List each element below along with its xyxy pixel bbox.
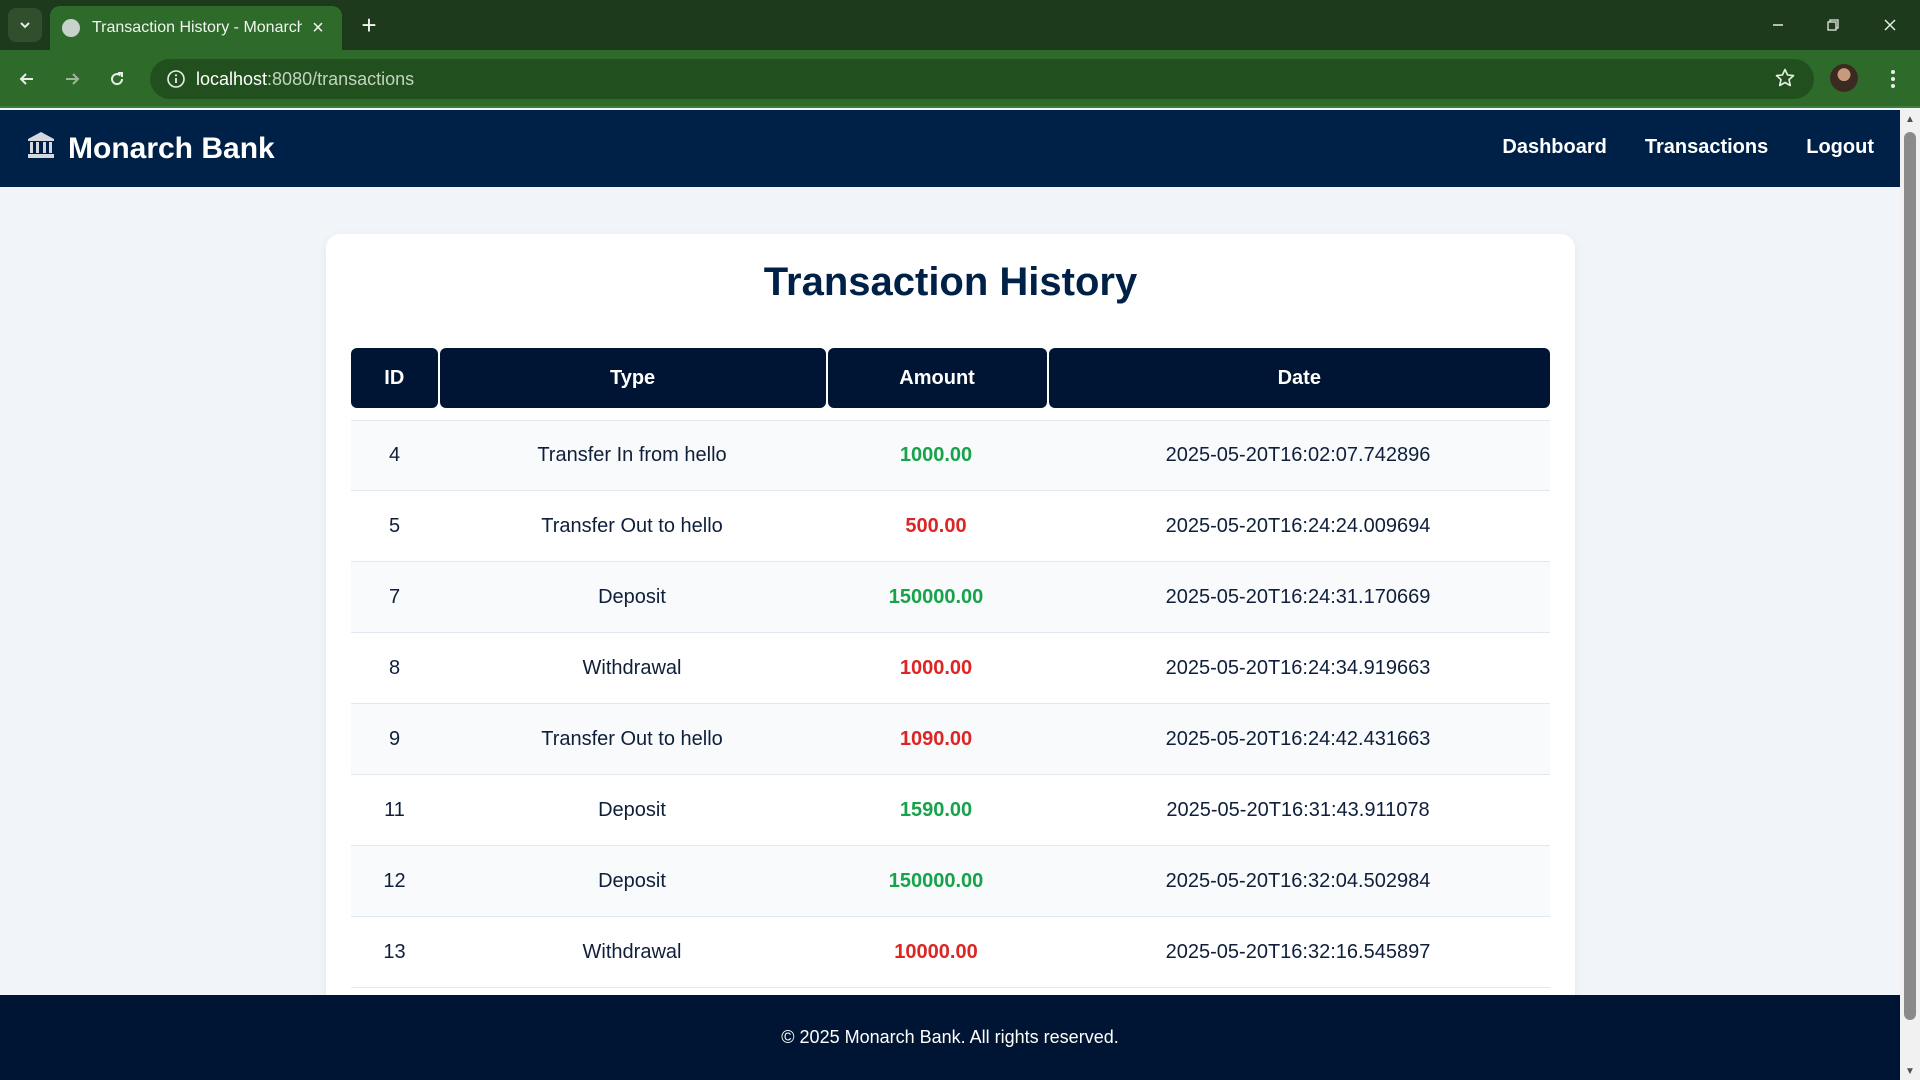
- brand-name: Monarch Bank: [68, 131, 275, 165]
- nav-dashboard[interactable]: Dashboard: [1502, 136, 1606, 159]
- app-header: Monarch Bank Dashboard Transactions Logo…: [0, 110, 1900, 187]
- cell-type: Withdrawal: [582, 940, 682, 963]
- cell-amount: 1000.00: [899, 656, 973, 679]
- copyright-text: © 2025 Monarch Bank. All rights reserved…: [781, 1027, 1119, 1047]
- browser-toolbar: localhost:8080/transactions: [0, 50, 1920, 108]
- cell-date: 2025-05-20T16:32:16.545897: [1165, 940, 1431, 963]
- cell-id: 11: [384, 798, 405, 821]
- cell-amount: 150000.00: [888, 869, 984, 892]
- cell-type: Deposit: [598, 798, 666, 821]
- browser-tab-active[interactable]: Transaction History - Monarch Bank ×: [50, 6, 342, 50]
- cell-id: 12: [383, 869, 406, 892]
- forward-button[interactable]: [53, 60, 91, 98]
- main-nav: Dashboard Transactions Logout: [1502, 136, 1874, 159]
- reload-icon: [111, 72, 124, 86]
- profile-avatar[interactable]: [1830, 64, 1858, 92]
- cell-amount: 1000.00: [899, 444, 973, 466]
- close-icon: [1884, 19, 1896, 31]
- nav-transactions[interactable]: Transactions: [1645, 136, 1768, 159]
- brand[interactable]: Monarch Bank: [26, 130, 275, 167]
- nav-logout[interactable]: Logout: [1806, 136, 1874, 159]
- cell-id: 5: [388, 514, 401, 537]
- scroll-down-arrow-icon[interactable]: ▼: [1900, 1062, 1920, 1080]
- table-row: 11 Deposit 1590.00 2025-05-20T16:31:43.9…: [351, 775, 1550, 846]
- cell-id: 9: [388, 727, 401, 750]
- cell-amount: 1090.00: [899, 727, 973, 750]
- cell-date: 2025-05-20T16:32:04.502984: [1165, 869, 1431, 892]
- tab-search-button[interactable]: [8, 8, 42, 42]
- transactions-table: ID Type Amount Date 4 Transfer In from h…: [351, 348, 1551, 988]
- cell-id: 13: [383, 940, 406, 963]
- close-icon[interactable]: ×: [306, 17, 330, 40]
- arrow-right-icon: [66, 73, 80, 85]
- minimize-icon: [1773, 24, 1783, 26]
- kebab-icon: [1891, 70, 1895, 88]
- url-path: :8080/transactions: [267, 68, 415, 89]
- restore-icon: [1827, 19, 1839, 31]
- page-footer: © 2025 Monarch Bank. All rights reserved…: [0, 995, 1900, 1080]
- table-body: 4 Transfer In from hello 1000.00 2025-05…: [351, 420, 1550, 988]
- new-tab-button[interactable]: +: [352, 8, 386, 42]
- cell-date: 2025-05-20T16:24:31.170669: [1165, 585, 1431, 608]
- tab-title: Transaction History - Monarch Bank: [92, 19, 302, 36]
- back-button[interactable]: [8, 60, 46, 98]
- table-row: 8 Withdrawal 1000.00 2025-05-20T16:24:34…: [351, 633, 1550, 704]
- cell-type: Deposit: [598, 585, 666, 608]
- cell-type: Transfer In from hello: [537, 444, 727, 466]
- column-header-id: ID: [351, 348, 438, 408]
- cell-amount: 150000.00: [888, 585, 984, 608]
- transactions-card: Transaction History ID Type Amount Date …: [326, 234, 1575, 1014]
- address-bar[interactable]: localhost:8080/transactions: [150, 59, 1814, 99]
- cell-id: 8: [388, 656, 401, 679]
- minimize-button[interactable]: [1758, 8, 1798, 42]
- cell-amount: 500.00: [905, 514, 967, 537]
- scrollbar-thumb[interactable]: [1904, 132, 1916, 1020]
- table-header: ID Type Amount Date: [351, 348, 1551, 408]
- cell-id: 7: [388, 585, 401, 608]
- table-row: 9 Transfer Out to hello 1090.00 2025-05-…: [351, 704, 1550, 775]
- cell-type: Transfer Out to hello: [541, 514, 723, 537]
- table-row: 13 Withdrawal 10000.00 2025-05-20T16:32:…: [351, 917, 1550, 988]
- cell-date: 2025-05-20T16:31:43.911078: [1166, 798, 1430, 821]
- table-row: 12 Deposit 150000.00 2025-05-20T16:32:04…: [351, 846, 1550, 917]
- page-title: Transaction History: [763, 260, 1138, 304]
- column-header-date: Date: [1048, 348, 1551, 408]
- table-row: 4 Transfer In from hello 1000.00 2025-05…: [351, 420, 1550, 491]
- reload-button[interactable]: [98, 60, 136, 98]
- bank-icon: [26, 130, 56, 167]
- url-text: localhost:8080/transactions: [196, 69, 414, 90]
- cell-id: 4: [388, 444, 401, 466]
- star-icon[interactable]: [1774, 67, 1796, 94]
- browser-tabstrip: Transaction History - Monarch Bank × +: [0, 0, 1920, 50]
- cell-date: 2025-05-20T16:02:07.742896: [1165, 444, 1431, 466]
- table-row: 7 Deposit 150000.00 2025-05-20T16:24:31.…: [351, 562, 1550, 633]
- page-scrollbar[interactable]: ▲ ▼: [1900, 110, 1920, 1080]
- chevron-down-icon: [20, 22, 30, 29]
- column-header-type: Type: [439, 348, 826, 408]
- cell-type: Deposit: [598, 869, 666, 892]
- cell-date: 2025-05-20T16:24:42.431663: [1165, 727, 1431, 750]
- cell-type: Withdrawal: [582, 656, 682, 679]
- table-row: 5 Transfer Out to hello 500.00 2025-05-2…: [351, 491, 1550, 562]
- more-menu-button[interactable]: [1878, 62, 1908, 96]
- close-window-button[interactable]: [1870, 8, 1910, 42]
- cell-date: 2025-05-20T16:24:24.009694: [1165, 514, 1431, 537]
- cell-type: Transfer Out to hello: [541, 727, 723, 750]
- globe-icon: [62, 19, 80, 37]
- restore-button[interactable]: [1813, 8, 1853, 42]
- cell-date: 2025-05-20T16:24:34.919663: [1165, 656, 1431, 679]
- info-icon[interactable]: [156, 69, 196, 89]
- scroll-up-arrow-icon[interactable]: ▲: [1900, 110, 1920, 128]
- url-host: localhost: [196, 68, 268, 89]
- cell-amount: 1590.00: [899, 798, 973, 821]
- arrow-left-icon: [19, 73, 33, 85]
- cell-amount: 10000.00: [894, 940, 978, 963]
- column-header-amount: Amount: [827, 348, 1047, 408]
